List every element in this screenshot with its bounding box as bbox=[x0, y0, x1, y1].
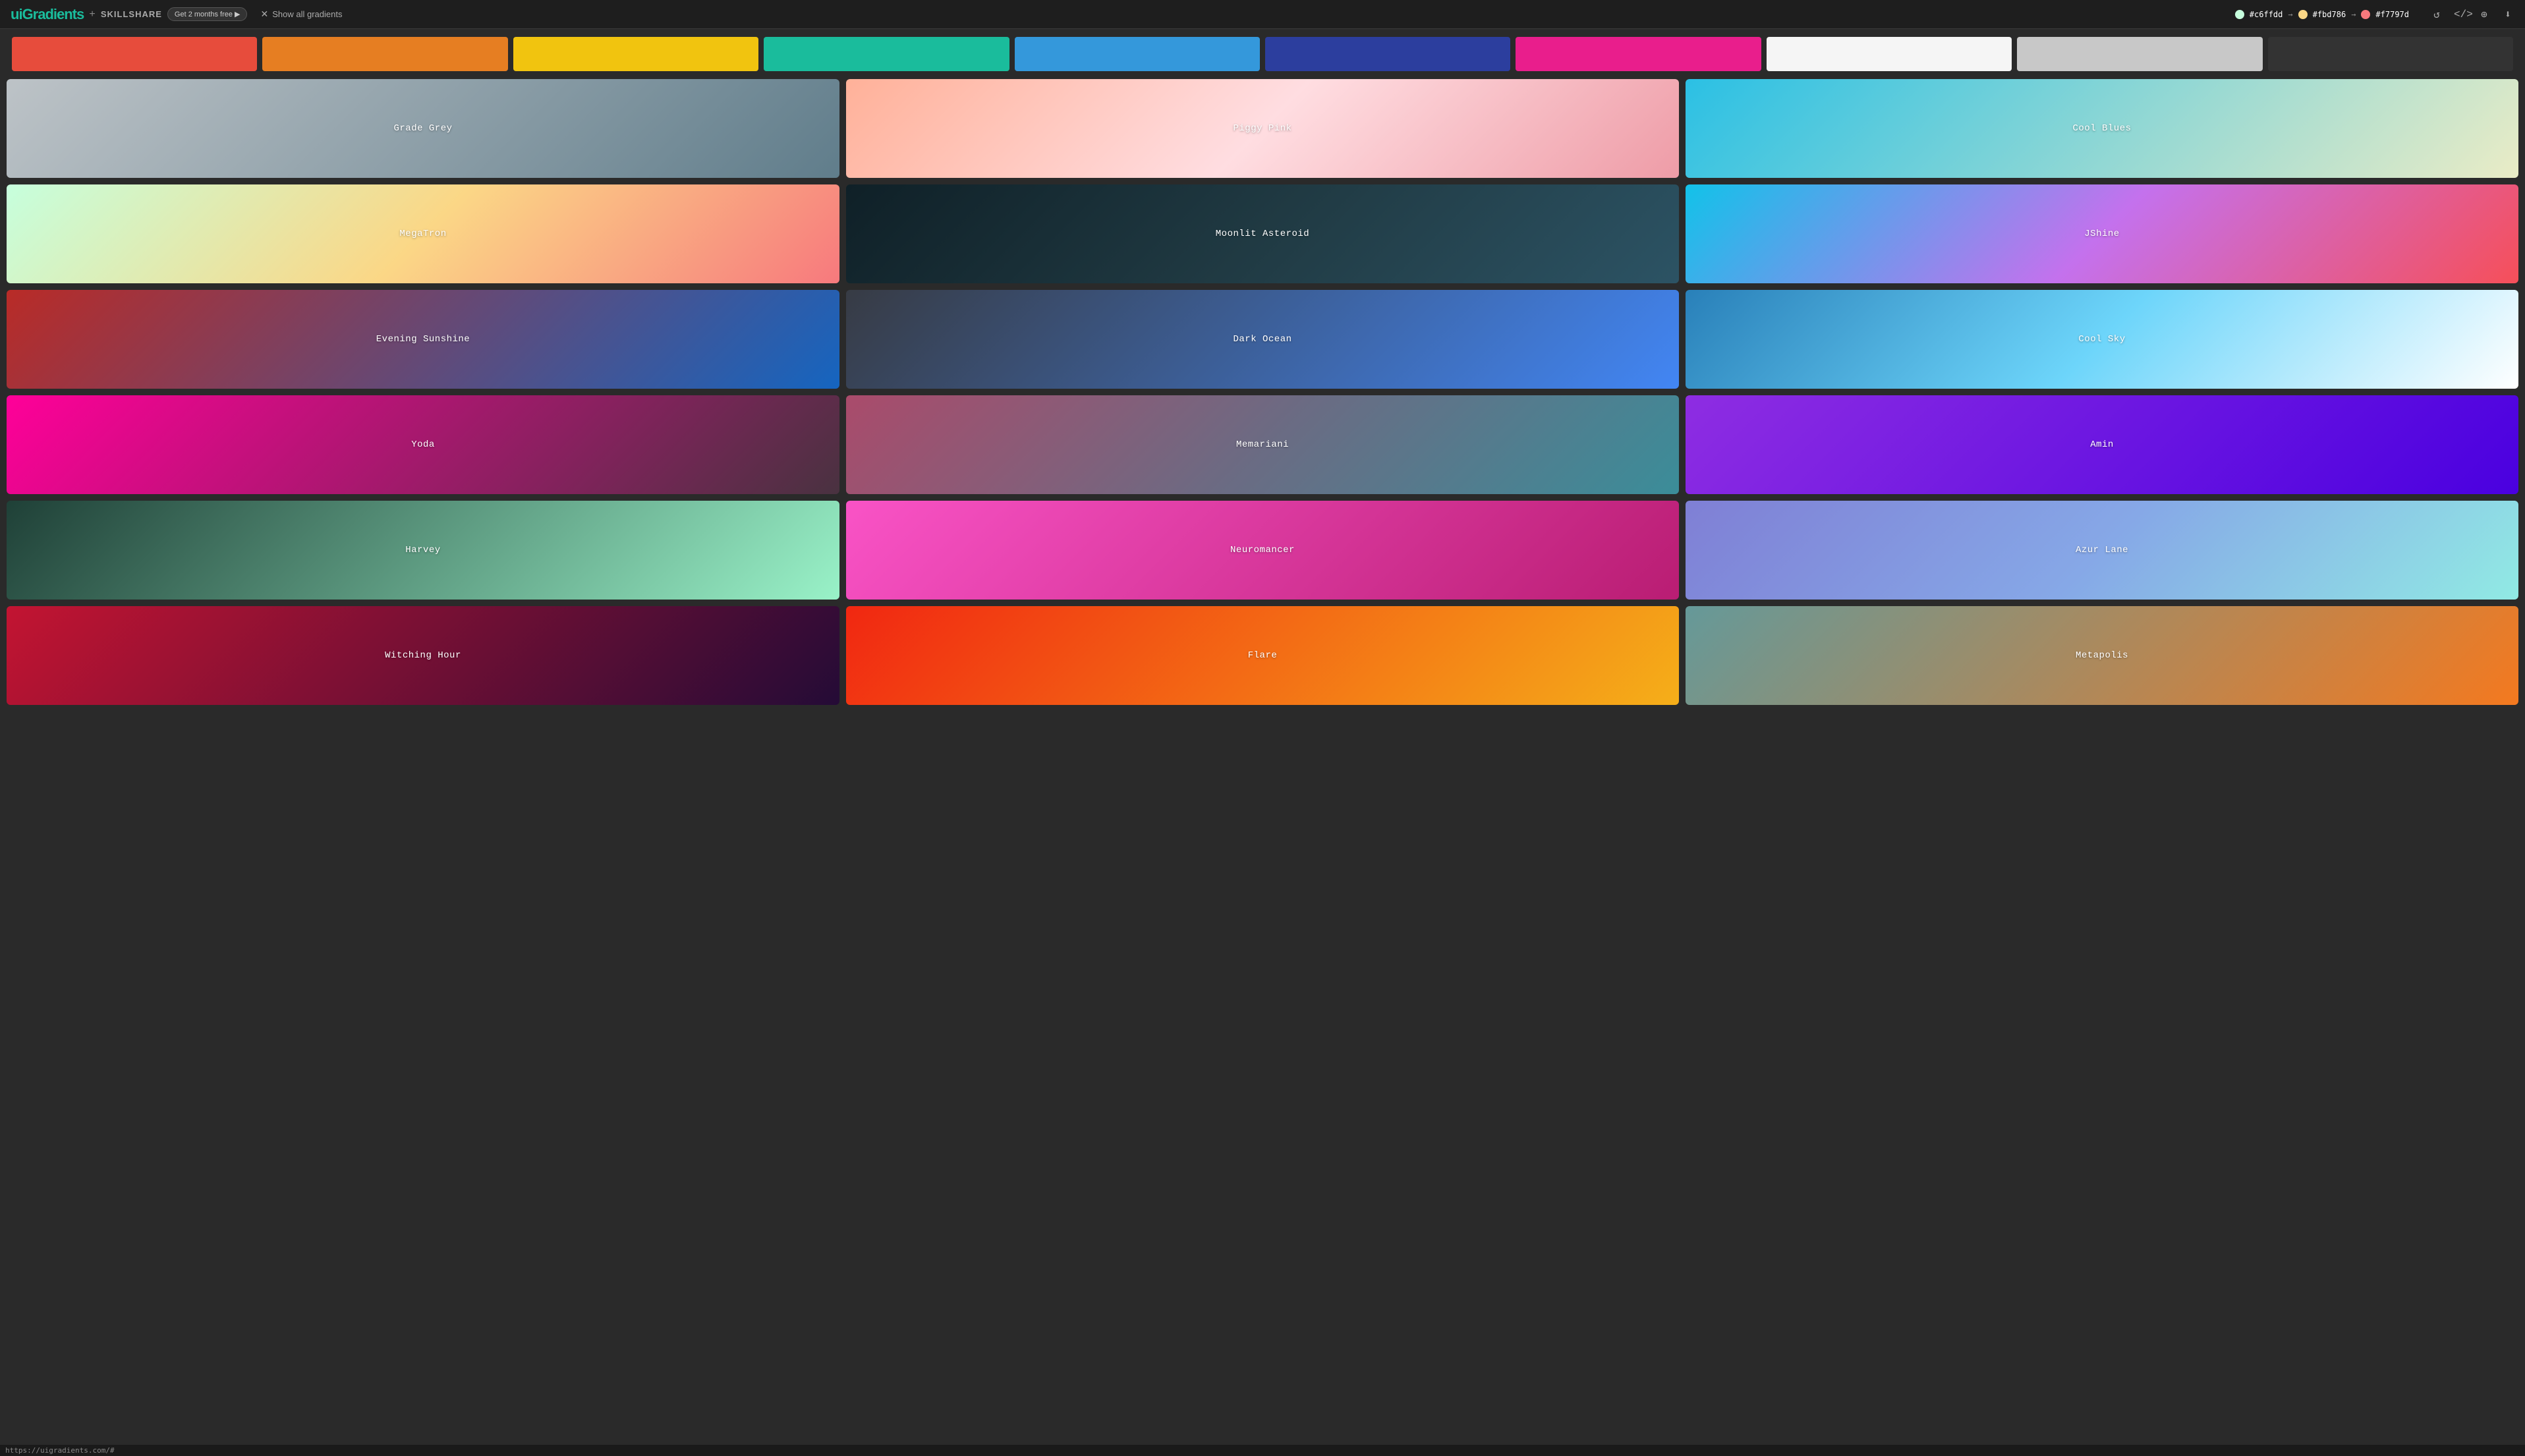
gradient-card-jshine[interactable]: JShine bbox=[1686, 184, 2518, 283]
gradient-title-amin: Amin bbox=[2090, 439, 2114, 450]
gradient-title-neuromancer: Neuromancer bbox=[1230, 545, 1295, 555]
gradient-title-moonlit-asteroid: Moonlit Asteroid bbox=[1216, 229, 1309, 239]
skillshare-badge[interactable]: Get 2 months free ▶ bbox=[167, 7, 248, 21]
filter-btn-yellow[interactable] bbox=[513, 37, 758, 71]
gradient-title-cool-sky: Cool Sky bbox=[2078, 334, 2125, 345]
gradient-title-witching-hour: Witching Hour bbox=[385, 650, 461, 661]
gradient-preview-bar: #c6ffdd → #fbd786 → #f7797d bbox=[2235, 10, 2409, 19]
skillshare-text: SKILLSHARE bbox=[101, 9, 162, 19]
gradient-card-flare[interactable]: Flare bbox=[846, 606, 1679, 705]
arrow-2: → bbox=[2351, 10, 2356, 19]
filter-btn-dark-blue[interactable] bbox=[1265, 37, 1510, 71]
gradient-card-megatron[interactable]: MegaTron bbox=[7, 184, 839, 283]
gradient-card-dark-ocean[interactable]: Dark Ocean bbox=[846, 290, 1679, 389]
gradient-card-moonlit-asteroid[interactable]: Moonlit Asteroid bbox=[846, 184, 1679, 283]
preview-color-2: #fbd786 bbox=[2313, 10, 2346, 19]
gradient-title-piggy-pink: Piggy Pink bbox=[1233, 123, 1291, 134]
gradient-title-jshine: JShine bbox=[2084, 229, 2119, 239]
preview-dot-3 bbox=[2361, 10, 2370, 19]
filter-btn-orange[interactable] bbox=[262, 37, 507, 71]
url-display: https://uigradients.com/# bbox=[5, 1446, 115, 1455]
gradient-card-piggy-pink[interactable]: Piggy Pink bbox=[846, 79, 1679, 178]
filter-btn-white[interactable] bbox=[1767, 37, 2012, 71]
gradient-title-cool-blues: Cool Blues bbox=[2072, 123, 2131, 134]
preview-dot-1 bbox=[2235, 10, 2244, 19]
gradient-card-grade-grey[interactable]: Grade Grey bbox=[7, 79, 839, 178]
download-icon[interactable]: ⬇ bbox=[2501, 8, 2514, 21]
show-all-label: Show all gradients bbox=[272, 9, 342, 19]
gradient-title-harvey: Harvey bbox=[405, 545, 440, 555]
gradient-card-cool-blues[interactable]: Cool Blues bbox=[1686, 79, 2518, 178]
gradient-card-witching-hour[interactable]: Witching Hour bbox=[7, 606, 839, 705]
gradient-title-grade-grey: Grade Grey bbox=[393, 123, 452, 134]
logo-area: uiGradients + SKILLSHARE Get 2 months fr… bbox=[11, 6, 247, 23]
gradient-title-evening-sunshine: Evening Sunshine bbox=[376, 334, 470, 345]
preview-dot-2 bbox=[2298, 10, 2308, 19]
filter-btn-dark-gray[interactable] bbox=[2268, 37, 2513, 71]
gradient-card-memariani[interactable]: Memariani bbox=[846, 395, 1679, 494]
gradient-title-yoda: Yoda bbox=[411, 439, 435, 450]
logo-plus: + bbox=[89, 9, 96, 20]
gradient-card-yoda[interactable]: Yoda bbox=[7, 395, 839, 494]
add-icon[interactable]: ⊕ bbox=[2478, 8, 2491, 21]
preview-color-1: #c6ffdd bbox=[2250, 10, 2283, 19]
refresh-icon[interactable]: ↺ bbox=[2430, 8, 2443, 21]
logo-text: uiGradients bbox=[11, 6, 84, 23]
show-all-button[interactable]: ✕ Show all gradients bbox=[260, 9, 342, 20]
gradient-title-dark-ocean: Dark Ocean bbox=[1233, 334, 1291, 345]
arrow-1: → bbox=[2288, 10, 2292, 19]
gradient-card-azur-lane[interactable]: Azur Lane bbox=[1686, 501, 2518, 600]
filter-btn-pink[interactable] bbox=[1516, 37, 1761, 71]
gradient-title-megatron: MegaTron bbox=[399, 229, 446, 239]
filter-btn-light-gray[interactable] bbox=[2017, 37, 2262, 71]
gradient-card-evening-sunshine[interactable]: Evening Sunshine bbox=[7, 290, 839, 389]
status-bar: https://uigradients.com/# bbox=[0, 1445, 2525, 1456]
gradient-card-metapolis[interactable]: Metapolis bbox=[1686, 606, 2518, 705]
code-icon[interactable]: </> bbox=[2454, 9, 2467, 20]
filter-btn-red[interactable] bbox=[12, 37, 257, 71]
gradient-title-memariani: Memariani bbox=[1236, 439, 1289, 450]
filter-btn-light-blue[interactable] bbox=[1015, 37, 1260, 71]
filter-bar bbox=[0, 29, 2525, 79]
gradient-grid: Grade Grey Piggy Pink Cool Blues MegaTron Mo… bbox=[0, 79, 2525, 712]
gradient-title-metapolis: Metapolis bbox=[2076, 650, 2128, 661]
header: uiGradients + SKILLSHARE Get 2 months fr… bbox=[0, 0, 2525, 29]
close-icon: ✕ bbox=[260, 9, 268, 20]
preview-color-3: #f7797d bbox=[2375, 10, 2409, 19]
gradient-title-flare: Flare bbox=[1248, 650, 1278, 661]
gradient-card-amin[interactable]: Amin bbox=[1686, 395, 2518, 494]
gradient-card-neuromancer[interactable]: Neuromancer bbox=[846, 501, 1679, 600]
gradient-card-cool-sky[interactable]: Cool Sky bbox=[1686, 290, 2518, 389]
gradient-title-azur-lane: Azur Lane bbox=[2076, 545, 2128, 555]
header-icons: ↺ </> ⊕ ⬇ bbox=[2430, 8, 2514, 21]
filter-btn-green[interactable] bbox=[764, 37, 1009, 71]
gradient-card-harvey[interactable]: Harvey bbox=[7, 501, 839, 600]
